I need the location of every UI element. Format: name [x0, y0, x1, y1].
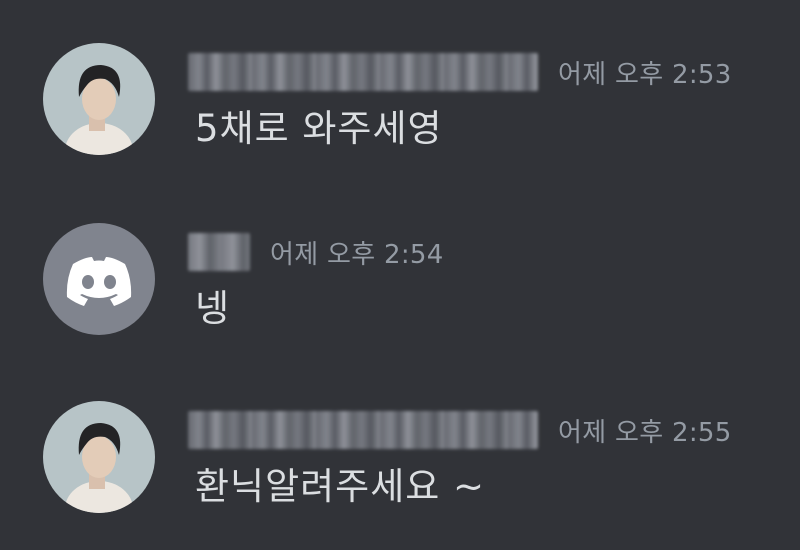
- message-timestamp: 어제 오후 2:54: [270, 239, 444, 270]
- user-avatar-image: [43, 401, 155, 513]
- discord-logo-icon: [43, 223, 155, 335]
- message-content: 5채로 와주세영: [195, 107, 443, 150]
- username-blurred[interactable]: [188, 233, 250, 271]
- message-content: 넹: [195, 287, 231, 330]
- user-avatar-image: [43, 43, 155, 155]
- username-blurred[interactable]: [188, 411, 538, 449]
- message-timestamp: 어제 오후 2:55: [558, 417, 732, 448]
- default-avatar[interactable]: [43, 223, 155, 335]
- message-header: 어제 오후 2:53: [188, 44, 732, 100]
- chat-message: 어제 오후 2:54 넹: [0, 210, 800, 350]
- user-avatar[interactable]: [43, 43, 155, 155]
- message-header: 어제 오후 2:54: [188, 224, 444, 280]
- message-header: 어제 오후 2:55: [188, 402, 732, 458]
- chat-message: 어제 오후 2:55 환닉알려주세요 ~: [0, 388, 800, 528]
- username-blurred[interactable]: [188, 53, 538, 91]
- chat-message: 어제 오후 2:53 5채로 와주세영: [0, 30, 800, 170]
- chat-message-list: 어제 오후 2:53 5채로 와주세영 어제 오후 2:54 넹 어제 오후 2…: [0, 0, 800, 550]
- message-content: 환닉알려주세요 ~: [195, 465, 486, 508]
- message-timestamp: 어제 오후 2:53: [558, 59, 732, 90]
- user-avatar[interactable]: [43, 401, 155, 513]
